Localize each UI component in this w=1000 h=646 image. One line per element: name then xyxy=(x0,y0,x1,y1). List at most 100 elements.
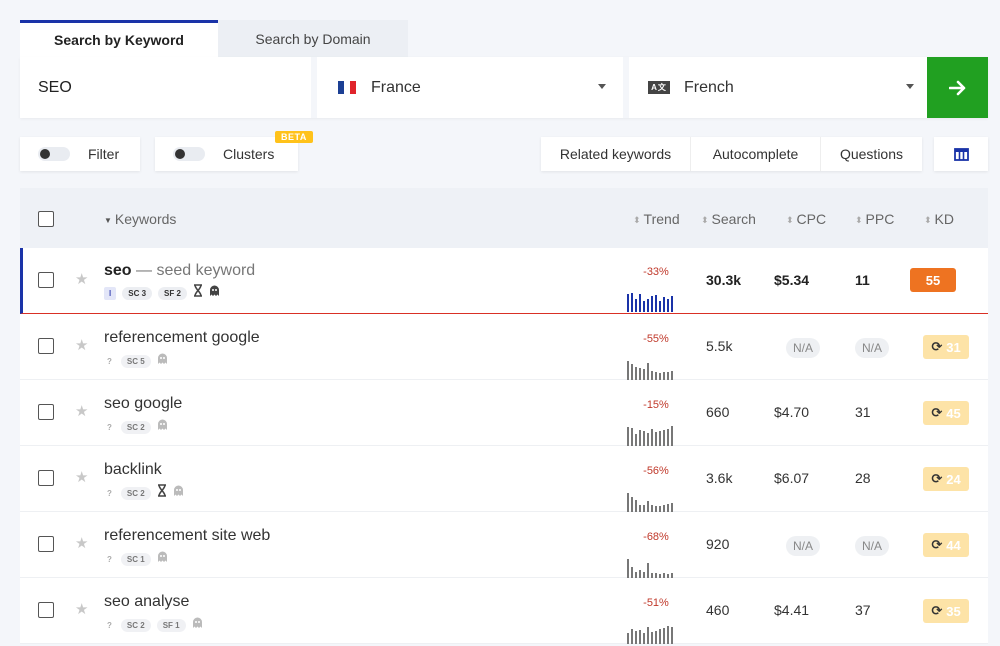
kd-refresh-button[interactable]: ⟳ 45 xyxy=(923,401,969,425)
serp-feature-badge[interactable]: SC 2 xyxy=(120,486,151,500)
row-checkbox[interactable] xyxy=(38,602,54,618)
keyword-text[interactable]: seo analyse xyxy=(104,593,189,611)
serp-feature-badge[interactable]: SF 1 xyxy=(156,618,186,632)
trend-bar xyxy=(663,297,665,312)
trend-sparkline xyxy=(627,358,673,380)
cpc-header[interactable]: ⬍ CPC xyxy=(786,211,826,227)
kd-header[interactable]: ⬍ KD xyxy=(924,211,954,227)
trend-bar xyxy=(643,505,645,512)
star-icon[interactable]: ★ xyxy=(75,336,88,354)
trend-bar xyxy=(659,431,661,446)
trend-bar xyxy=(643,369,645,380)
row-checkbox[interactable] xyxy=(38,470,54,486)
intent-badge[interactable]: ? xyxy=(104,619,115,632)
trend-bar xyxy=(647,299,649,312)
hourglass-icon xyxy=(157,484,167,502)
intent-badge[interactable]: ? xyxy=(104,553,115,566)
kd-score: 44 xyxy=(946,537,961,553)
table-row[interactable]: ★ backlink? SC 2 -56% 3.6k $6.07 28 ⟳ 24 xyxy=(20,446,988,512)
autocomplete-button[interactable]: Autocomplete xyxy=(691,137,821,171)
keyword-text[interactable]: seo google xyxy=(104,395,182,413)
star-icon[interactable]: ★ xyxy=(75,402,88,420)
serp-feature-badge[interactable]: SC 1 xyxy=(120,552,151,566)
search-header[interactable]: ⬍ Search xyxy=(701,211,756,227)
search-volume: 3.6k xyxy=(706,470,733,486)
table-row[interactable]: ★ seo — seed keyword I SC 3 SF 2 -33% 30.3k $5.… xyxy=(20,248,988,314)
columns-button[interactable] xyxy=(934,137,988,171)
kd-refresh-button[interactable]: ⟳ 24 xyxy=(923,467,969,491)
search-go-button[interactable] xyxy=(927,57,988,118)
trend-header[interactable]: ⬍ Trend xyxy=(633,211,680,227)
table-row[interactable]: ★ seo analyse? SC 2 SF 1 -51% 460 $4.41 37 ⟳ 35 xyxy=(20,578,988,644)
kd-refresh-button[interactable]: ⟳ 31 xyxy=(923,335,969,359)
row-checkbox[interactable] xyxy=(38,404,54,420)
star-icon[interactable]: ★ xyxy=(75,468,88,486)
trend-bar xyxy=(655,372,657,380)
intent-badge[interactable]: ? xyxy=(104,355,115,368)
keyword-text[interactable]: referencement google xyxy=(104,329,260,347)
select-all-checkbox[interactable] xyxy=(38,211,54,227)
serp-feature-badge[interactable]: SC 2 xyxy=(120,420,151,434)
tab-search-by-keyword[interactable]: Search by Keyword xyxy=(20,20,218,57)
language-select[interactable]: A文 French xyxy=(623,57,928,118)
search-mode-tabs: Search by Keyword Search by Domain xyxy=(20,20,408,57)
chevron-down-icon xyxy=(598,84,606,89)
beta-badge: BETA xyxy=(275,131,313,143)
kd-score: 45 xyxy=(946,405,961,421)
trend-bar xyxy=(643,301,645,312)
search-bar: SEO France A文 French xyxy=(20,57,988,118)
ppc-header[interactable]: ⬍ PPC xyxy=(855,211,894,227)
serp-feature-badge[interactable]: SC 3 xyxy=(122,286,153,300)
star-icon[interactable]: ★ xyxy=(75,600,88,618)
table-row[interactable]: ★ seo google? SC 2 -15% 660 $4.70 31 ⟳ 45 xyxy=(20,380,988,446)
keyword-text[interactable]: referencement site web xyxy=(104,527,270,545)
trend-bar xyxy=(639,294,641,312)
keyword-input[interactable]: SEO xyxy=(20,57,314,118)
country-select[interactable]: France xyxy=(311,57,620,118)
keyword-text[interactable]: backlink xyxy=(104,461,162,479)
trend-bar xyxy=(671,503,673,512)
trend-bar xyxy=(643,633,645,644)
trend-bar xyxy=(647,363,649,380)
trend-bar xyxy=(655,295,657,312)
intent-badge[interactable]: I xyxy=(104,286,117,300)
chevron-down-icon xyxy=(906,84,914,89)
tab-search-by-domain[interactable]: Search by Domain xyxy=(218,20,408,57)
trend-bar xyxy=(663,628,665,644)
trend-bar xyxy=(651,505,653,512)
serp-feature-badge[interactable]: SC 5 xyxy=(120,354,151,368)
refresh-icon: ⟳ xyxy=(931,339,943,354)
row-checkbox[interactable] xyxy=(38,338,54,354)
questions-button[interactable]: Questions xyxy=(821,137,922,171)
trend-bar xyxy=(639,505,641,512)
serp-feature-badge[interactable]: SC 2 xyxy=(120,618,151,632)
intent-badge[interactable]: ? xyxy=(104,421,115,434)
kd-score: 55 xyxy=(910,268,956,292)
keywords-header[interactable]: ▼ Keywords xyxy=(104,211,176,227)
intent-badge[interactable]: ? xyxy=(104,487,115,500)
row-checkbox[interactable] xyxy=(38,272,54,288)
serp-feature-badge[interactable]: SF 2 xyxy=(158,286,187,300)
trend-bar xyxy=(671,627,673,644)
kd-refresh-button[interactable]: ⟳ 44 xyxy=(923,533,969,557)
trend-bar xyxy=(659,629,661,644)
trend-bar xyxy=(627,493,629,512)
related-keywords-button[interactable]: Related keywords xyxy=(541,137,691,171)
row-checkbox[interactable] xyxy=(38,536,54,552)
filter-toggle[interactable]: Filter xyxy=(20,137,140,171)
ppc-value: 31 xyxy=(855,404,871,420)
trend-bar xyxy=(663,372,665,380)
star-icon[interactable]: ★ xyxy=(75,534,88,552)
trend-percentage: -56% xyxy=(643,465,669,477)
kd-refresh-button[interactable]: ⟳ 35 xyxy=(923,599,969,623)
star-icon[interactable]: ★ xyxy=(75,270,88,288)
keyword-text[interactable]: seo — seed keyword xyxy=(104,262,255,280)
trend-bar xyxy=(671,296,673,312)
refresh-icon: ⟳ xyxy=(931,603,943,618)
trend-percentage: -33% xyxy=(643,266,669,278)
table-row[interactable]: ★ referencement site web? SC 1 -68% 920 N/A N/… xyxy=(20,512,988,578)
trend-bar xyxy=(639,430,641,446)
trend-percentage: -68% xyxy=(643,531,669,543)
search-volume: 5.5k xyxy=(706,338,733,354)
table-row[interactable]: ★ referencement google? SC 5 -55% 5.5k N/A N/A… xyxy=(20,314,988,380)
